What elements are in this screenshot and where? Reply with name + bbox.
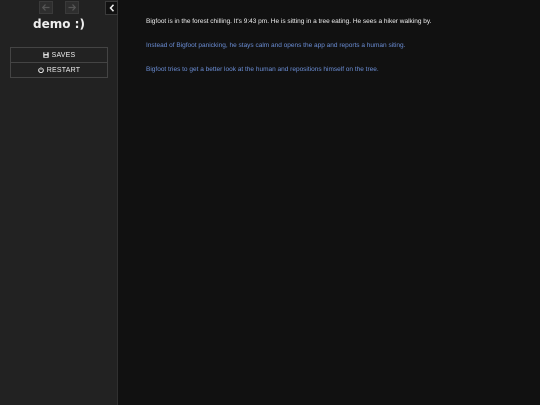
ui-bar-toggle-button[interactable] [105,1,118,15]
history-forward-button[interactable] [65,1,79,14]
ui-bar: demo :) SAVES RESTART [0,0,118,405]
power-icon [37,67,44,73]
saves-label: SAVES [51,51,76,59]
passage-text: Bigfoot is in the forest chilling. It's … [146,18,432,25]
choice-link-reposition[interactable]: Bigfoot tries to get a better look at th… [146,65,526,74]
story-menu: SAVES RESTART [10,47,108,78]
arrow-left-icon [42,4,50,11]
saves-button[interactable]: SAVES [10,48,108,63]
save-icon [42,52,49,58]
restart-button[interactable]: RESTART [10,63,108,78]
history-controls [39,1,79,14]
arrow-right-icon [68,4,76,11]
choice-link-report[interactable]: Instead of Bigfoot panicking, he stays c… [146,41,526,50]
history-back-button[interactable] [39,1,53,14]
restart-label: RESTART [46,66,81,74]
story-title: demo :) [33,17,85,31]
chevron-left-icon [108,4,114,12]
game-window: demo :) SAVES RESTART Bigfoot is in the … [0,0,540,405]
passage: Bigfoot is in the forest chilling. It's … [146,17,526,89]
